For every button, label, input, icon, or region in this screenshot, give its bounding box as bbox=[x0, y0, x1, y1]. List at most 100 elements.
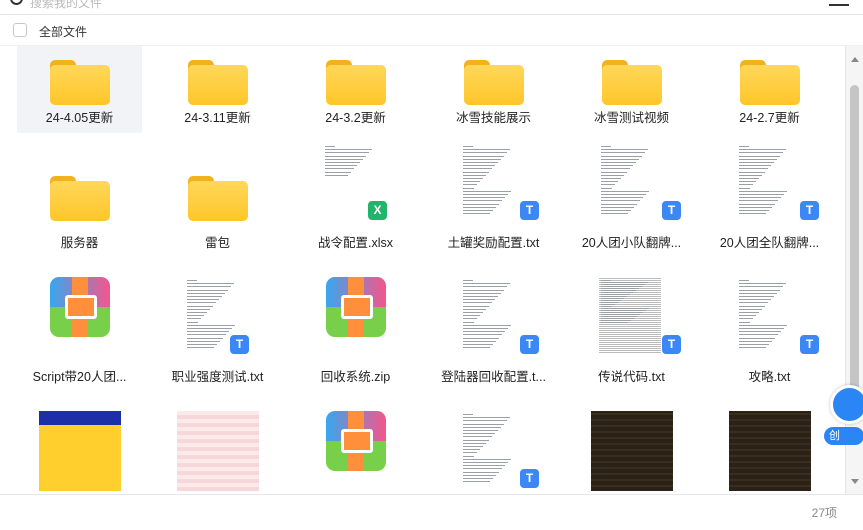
file-name: 24-2.7更新 bbox=[739, 111, 800, 125]
file-item[interactable]: T 职业强度测试.txt bbox=[155, 269, 280, 401]
file-item[interactable]: T 登陆器回收配置.t... bbox=[431, 269, 556, 401]
text-line bbox=[601, 203, 637, 205]
file-item[interactable]: 雷包 bbox=[155, 135, 280, 267]
text-line bbox=[463, 347, 490, 349]
file-item[interactable]: T 土罐奖励配置.txt bbox=[431, 135, 556, 267]
file-item[interactable]: T 20人团全队翻牌... bbox=[707, 135, 832, 267]
folder-icon bbox=[740, 60, 800, 105]
text-line bbox=[463, 481, 490, 483]
text-line bbox=[463, 340, 496, 342]
text-line bbox=[187, 305, 213, 307]
text-line bbox=[463, 452, 477, 454]
scrollbar-thumb[interactable] bbox=[850, 85, 859, 415]
text-line bbox=[463, 315, 480, 317]
text-line bbox=[739, 152, 783, 154]
text-line bbox=[601, 282, 648, 283]
text-line bbox=[601, 146, 611, 147]
text-line bbox=[601, 304, 615, 305]
file-item[interactable]: 24-4.05更新 bbox=[17, 45, 142, 133]
text-line bbox=[187, 315, 204, 317]
file-item[interactable] bbox=[293, 403, 418, 494]
file-item[interactable]: 24-3.2更新 bbox=[293, 45, 418, 133]
sort-icon[interactable] bbox=[829, 0, 849, 6]
file-item[interactable]: T 攻略.txt bbox=[707, 269, 832, 401]
text-line bbox=[739, 165, 771, 167]
text-line bbox=[739, 149, 786, 151]
assistant-label[interactable]: 创 bbox=[824, 427, 863, 445]
file-item[interactable]: X 战令配置.xlsx bbox=[293, 135, 418, 267]
text-line bbox=[739, 296, 774, 297]
file-item[interactable]: 回收系统.zip bbox=[293, 269, 418, 401]
text-line bbox=[601, 320, 631, 321]
file-item[interactable] bbox=[569, 403, 694, 494]
text-line bbox=[463, 331, 505, 333]
text-line bbox=[601, 171, 627, 173]
text-line bbox=[739, 203, 775, 205]
file-item[interactable]: 24-2.7更新 bbox=[707, 45, 832, 133]
text-line bbox=[739, 305, 765, 307]
floating-assistant-button[interactable]: 创 bbox=[824, 385, 863, 445]
text-line bbox=[739, 162, 774, 163]
text-line bbox=[187, 296, 222, 297]
file-item[interactable]: T 20人团小队翻牌... bbox=[569, 135, 694, 267]
text-line bbox=[601, 292, 633, 293]
text-line bbox=[739, 187, 750, 189]
text-line bbox=[187, 283, 234, 285]
text-line bbox=[187, 347, 214, 349]
file-item[interactable]: T 传说代码.txt bbox=[569, 269, 694, 401]
text-line bbox=[601, 294, 630, 295]
text-line bbox=[187, 328, 232, 329]
text-line bbox=[325, 171, 351, 173]
scroll-down-arrow-icon[interactable] bbox=[851, 479, 859, 484]
folder-body bbox=[326, 65, 386, 105]
image-thumbnail bbox=[591, 411, 673, 491]
text-line bbox=[187, 321, 198, 323]
text-line bbox=[463, 462, 508, 463]
text-line bbox=[601, 288, 639, 289]
file-item[interactable]: 服务器 bbox=[17, 135, 142, 267]
text-line bbox=[463, 426, 501, 428]
folder-body bbox=[602, 65, 662, 105]
file-name: 20人团小队翻牌... bbox=[581, 236, 682, 250]
text-line bbox=[601, 210, 631, 211]
select-all-row: 全部文件 bbox=[0, 15, 863, 46]
search-icon[interactable] bbox=[10, 0, 23, 5]
text-line bbox=[463, 187, 474, 189]
file-item[interactable]: Script带20人团... bbox=[17, 269, 142, 401]
top-toolbar: 搜索我的文件 bbox=[0, 0, 863, 15]
file-item[interactable]: T bbox=[431, 403, 556, 494]
text-line bbox=[463, 420, 507, 422]
text-line bbox=[187, 334, 226, 336]
assistant-icon[interactable] bbox=[830, 385, 863, 424]
text-line bbox=[187, 331, 229, 333]
scroll-up-arrow-icon[interactable] bbox=[851, 57, 859, 62]
file-item[interactable] bbox=[707, 403, 832, 494]
file-item[interactable]: 24-3.11更新 bbox=[155, 45, 280, 133]
text-line bbox=[739, 146, 749, 147]
text-line bbox=[463, 203, 499, 205]
text-file-icon: T bbox=[520, 201, 539, 220]
file-item[interactable] bbox=[17, 403, 142, 494]
search-input[interactable]: 搜索我的文件 bbox=[30, 0, 102, 11]
text-line bbox=[463, 328, 508, 329]
file-item[interactable]: 冰雪技能展示 bbox=[431, 45, 556, 133]
text-line bbox=[601, 280, 611, 281]
text-line bbox=[739, 334, 778, 336]
text-line bbox=[463, 292, 501, 294]
text-line bbox=[739, 206, 772, 208]
file-item[interactable]: 冰雪测试视频 bbox=[569, 45, 694, 133]
file-thumbnail bbox=[599, 143, 661, 219]
text-line bbox=[325, 168, 354, 170]
folder-body bbox=[188, 65, 248, 105]
text-line bbox=[463, 280, 473, 281]
text-line bbox=[601, 149, 648, 151]
text-line bbox=[463, 478, 493, 479]
text-line bbox=[463, 321, 474, 323]
text-line bbox=[739, 197, 781, 199]
file-item[interactable] bbox=[155, 403, 280, 494]
text-line bbox=[739, 337, 775, 339]
select-all-checkbox[interactable] bbox=[13, 23, 27, 37]
text-line bbox=[601, 298, 624, 299]
text-line bbox=[463, 430, 498, 431]
excel-file-icon: X bbox=[368, 201, 387, 220]
